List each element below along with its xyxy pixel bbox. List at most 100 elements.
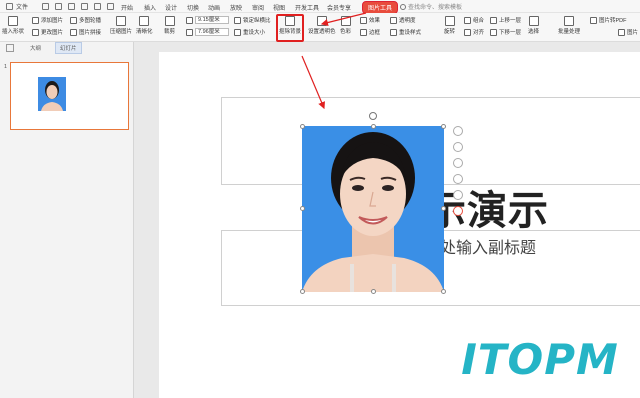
search-icon — [400, 3, 406, 10]
layers-icon[interactable] — [453, 142, 463, 152]
bring-forward-icon — [490, 16, 497, 24]
more-image-button[interactable]: 图片 — [618, 28, 638, 36]
lock-ratio-label: 锁定纵横比 — [243, 18, 271, 24]
reset-size-label: 重设大小 — [243, 30, 266, 36]
crop-label: 裁剪 — [164, 29, 176, 35]
tab-slideshow[interactable]: 放映 — [230, 3, 242, 12]
menu-icon[interactable] — [6, 2, 13, 10]
send-backward-button[interactable]: 下移一层 — [490, 28, 521, 36]
effect-button[interactable]: 效果 — [360, 16, 380, 24]
resize-handle-b[interactable] — [371, 289, 376, 294]
compress-button[interactable]: 压缩图片 — [110, 16, 132, 35]
tab-outline[interactable]: 大纲 — [30, 44, 41, 52]
resize-handle-bl[interactable] — [300, 289, 305, 294]
image-split-label: 图片拼接 — [79, 30, 102, 36]
compress-label: 压缩图片 — [110, 29, 133, 35]
multi-image-button[interactable]: 多图轮播 — [70, 16, 101, 24]
border-button[interactable]: 边框 — [360, 28, 380, 36]
transparency-label: 透明度 — [399, 18, 416, 24]
select-button[interactable]: 选择 — [528, 16, 539, 35]
align-label: 对齐 — [473, 30, 485, 36]
tab-animation[interactable]: 动画 — [208, 3, 220, 12]
subtitle-text: 处输入副标题 — [440, 238, 537, 257]
transparency-icon — [390, 16, 397, 24]
crop-icon — [164, 16, 175, 26]
rotate-label: 旋转 — [444, 29, 456, 35]
add-image-button[interactable]: 添加图片 — [32, 16, 63, 24]
lock-ratio-checkbox[interactable]: 锁定纵横比 — [234, 16, 271, 24]
set-transparent-label: 设置透明色 — [308, 29, 336, 35]
batch-process-button[interactable]: 批量处理 — [558, 16, 580, 35]
collapse-icon[interactable] — [453, 126, 463, 136]
rotate-icon — [444, 16, 455, 26]
bring-forward-label: 上移一层 — [499, 18, 522, 24]
align-icon — [464, 28, 471, 36]
command-search[interactable]: 查找命令、搜索模板 — [400, 2, 462, 11]
reset-style-label: 重设样式 — [399, 30, 422, 36]
slide-thumbnail[interactable] — [10, 62, 129, 130]
align-button[interactable]: 对齐 — [464, 28, 484, 36]
tab-review[interactable]: 审阅 — [252, 3, 264, 12]
rotate-button[interactable]: 旋转 — [444, 16, 455, 35]
file-menu[interactable]: 文件 — [16, 2, 28, 11]
tab-slides[interactable]: 幻灯片 — [55, 42, 82, 54]
transparent-color-icon — [316, 16, 327, 26]
checkbox-icon — [234, 16, 241, 24]
tab-view[interactable]: 视图 — [273, 3, 285, 12]
split-icon — [70, 28, 77, 36]
search-placeholder: 查找命令、搜索模板 — [408, 5, 463, 11]
resize-handle-r[interactable] — [441, 206, 446, 211]
save-icon[interactable] — [42, 2, 50, 10]
export-icon[interactable] — [55, 2, 63, 10]
reset-style-button[interactable]: 重设样式 — [390, 28, 421, 36]
tab-member[interactable]: 会员专享 — [327, 3, 351, 12]
image-split-button[interactable]: 图片拼接 — [70, 28, 101, 36]
crop-button[interactable]: 裁剪 — [164, 16, 175, 35]
resize-handle-tr[interactable] — [441, 124, 446, 129]
bring-forward-button[interactable]: 上移一层 — [490, 16, 521, 24]
reset-size-button[interactable]: 重设大小 — [234, 28, 265, 36]
clarity-icon — [139, 16, 150, 26]
combine-button[interactable]: 组合 — [464, 16, 484, 24]
resize-handle-br[interactable] — [441, 289, 446, 294]
reset-style-icon — [390, 28, 397, 36]
border-label: 边框 — [369, 30, 381, 36]
set-transparent-button[interactable]: 设置透明色 — [308, 16, 336, 35]
tab-home[interactable]: 开始 — [121, 3, 133, 12]
tab-transition[interactable]: 切换 — [187, 3, 199, 12]
send-backward-label: 下移一层 — [499, 30, 522, 36]
height-field-wrap: 7.96厘米 — [186, 28, 229, 36]
send-backward-icon — [490, 28, 497, 36]
clarity-button[interactable]: 清晰化 — [136, 16, 153, 35]
clarity-label: 清晰化 — [136, 29, 153, 35]
collapse-panel-icon[interactable] — [6, 44, 14, 52]
zoom-icon[interactable] — [453, 158, 463, 168]
insert-shape-button[interactable]: 插入形状 — [2, 16, 24, 35]
transparency-button[interactable]: 透明度 — [390, 16, 416, 24]
pdf-icon — [590, 16, 597, 24]
height-field[interactable]: 7.96厘米 — [195, 28, 229, 36]
crop-float-icon[interactable] — [453, 174, 463, 184]
width-field[interactable]: 9.15厘米 — [195, 16, 229, 24]
select-label: 选择 — [528, 29, 540, 35]
change-image-button[interactable]: 更改图片 — [32, 28, 63, 36]
selected-portrait-photo[interactable] — [302, 126, 444, 292]
resize-handle-tl[interactable] — [300, 124, 305, 129]
color-button[interactable]: 色彩 — [340, 16, 351, 35]
resize-handle-t[interactable] — [371, 124, 376, 129]
preview-icon[interactable] — [81, 2, 89, 10]
effect-icon — [360, 16, 367, 24]
image-edit-icon[interactable] — [453, 190, 463, 200]
image-to-pdf-button[interactable]: 图片转PDF — [590, 16, 627, 24]
print-icon[interactable] — [68, 2, 76, 10]
resize-handle-l[interactable] — [300, 206, 305, 211]
redo-icon[interactable] — [107, 2, 115, 10]
more-icon[interactable] — [453, 206, 463, 216]
tab-insert[interactable]: 插入 — [144, 3, 156, 12]
rotate-handle[interactable] — [369, 112, 377, 120]
tab-developer[interactable]: 开发工具 — [295, 3, 319, 12]
add-image-icon — [32, 16, 39, 24]
tab-design[interactable]: 设计 — [165, 3, 177, 12]
undo-icon[interactable] — [94, 2, 102, 10]
reset-size-icon — [234, 28, 241, 36]
